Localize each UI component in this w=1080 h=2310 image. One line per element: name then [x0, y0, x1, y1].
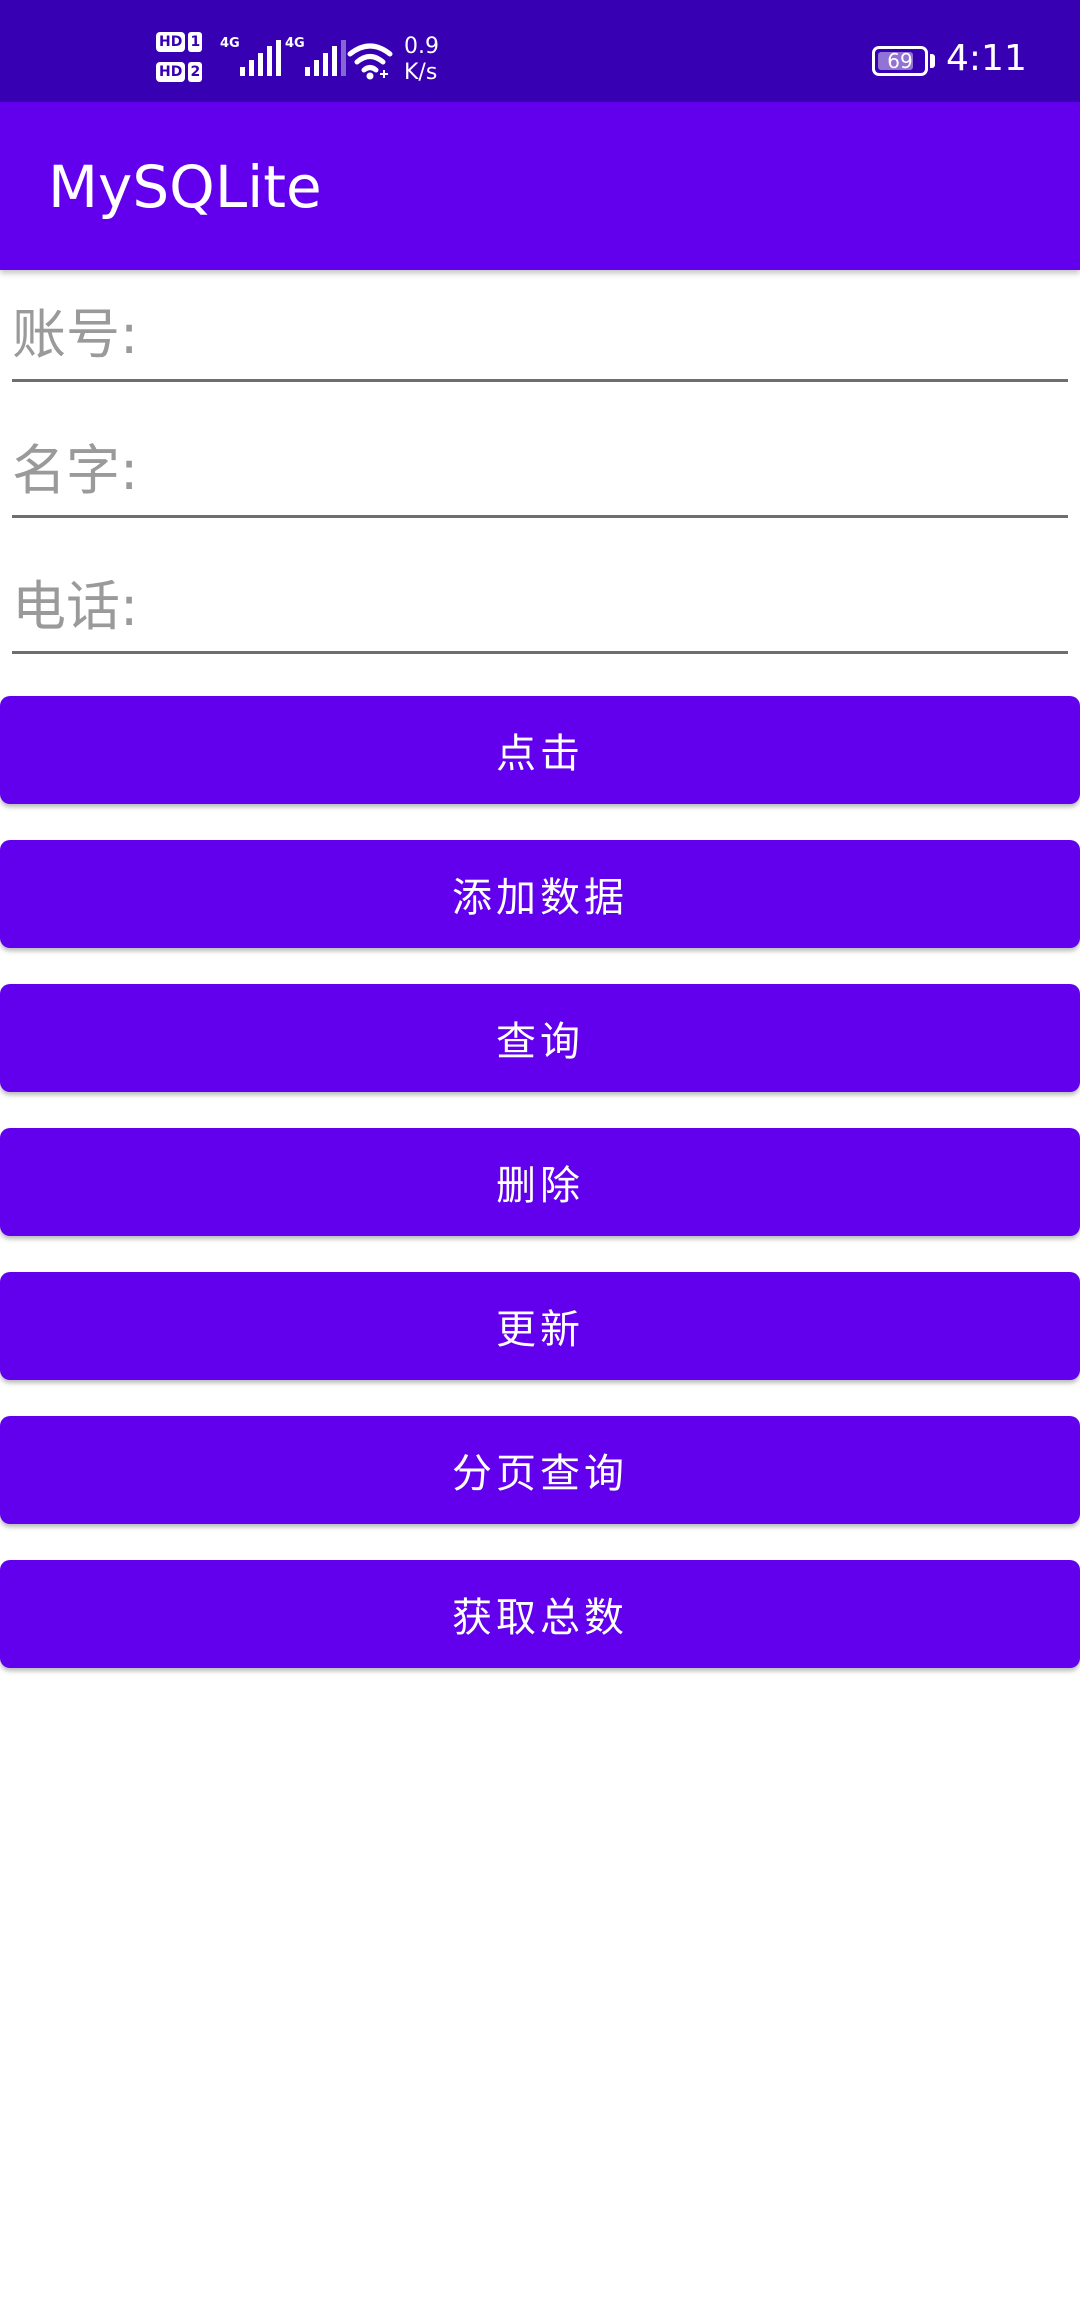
- sim-1-badge: 1: [188, 32, 203, 52]
- signal-bars-2-icon: [305, 40, 346, 76]
- delete-button[interactable]: 删除: [0, 1128, 1080, 1236]
- wifi-icon: [347, 43, 393, 80]
- hd-badge-1: HD: [156, 32, 186, 52]
- phone-input[interactable]: [12, 562, 1068, 651]
- add-data-button[interactable]: 添加数据: [0, 840, 1080, 948]
- battery-icon: 69: [872, 46, 928, 76]
- network-speed: 0.9 K/s: [404, 34, 439, 86]
- paged-query-button[interactable]: 分页查询: [0, 1416, 1080, 1524]
- battery-level: 69: [887, 49, 913, 73]
- battery-tip: [930, 54, 935, 68]
- network-type-2: 4G: [285, 36, 305, 51]
- click-button[interactable]: 点击: [0, 696, 1080, 804]
- status-time: 4:11: [946, 38, 1027, 79]
- app-bar: MySQLite: [0, 102, 1080, 270]
- get-total-button[interactable]: 获取总数: [0, 1560, 1080, 1668]
- hd-badge-2: HD: [156, 62, 186, 82]
- app-title: MySQLite: [48, 153, 322, 221]
- name-field: [12, 426, 1068, 518]
- query-button[interactable]: 查询: [0, 984, 1080, 1092]
- name-input[interactable]: [12, 426, 1068, 515]
- sim-2-badge: 2: [188, 62, 203, 82]
- update-button[interactable]: 更新: [0, 1272, 1080, 1380]
- signal-bars-1-icon: [240, 40, 281, 76]
- network-speed-unit: K/s: [404, 60, 438, 85]
- hd-indicators: HD 1 HD 2: [156, 30, 210, 90]
- account-input[interactable]: [12, 290, 1068, 379]
- account-field: [12, 290, 1068, 382]
- phone-field: [12, 562, 1068, 654]
- network-type-1: 4G: [220, 36, 240, 51]
- network-speed-value: 0.9: [404, 34, 439, 59]
- status-bar: HD 1 HD 2 4G 4G 0.9 K/s 69 4:11: [0, 0, 1080, 102]
